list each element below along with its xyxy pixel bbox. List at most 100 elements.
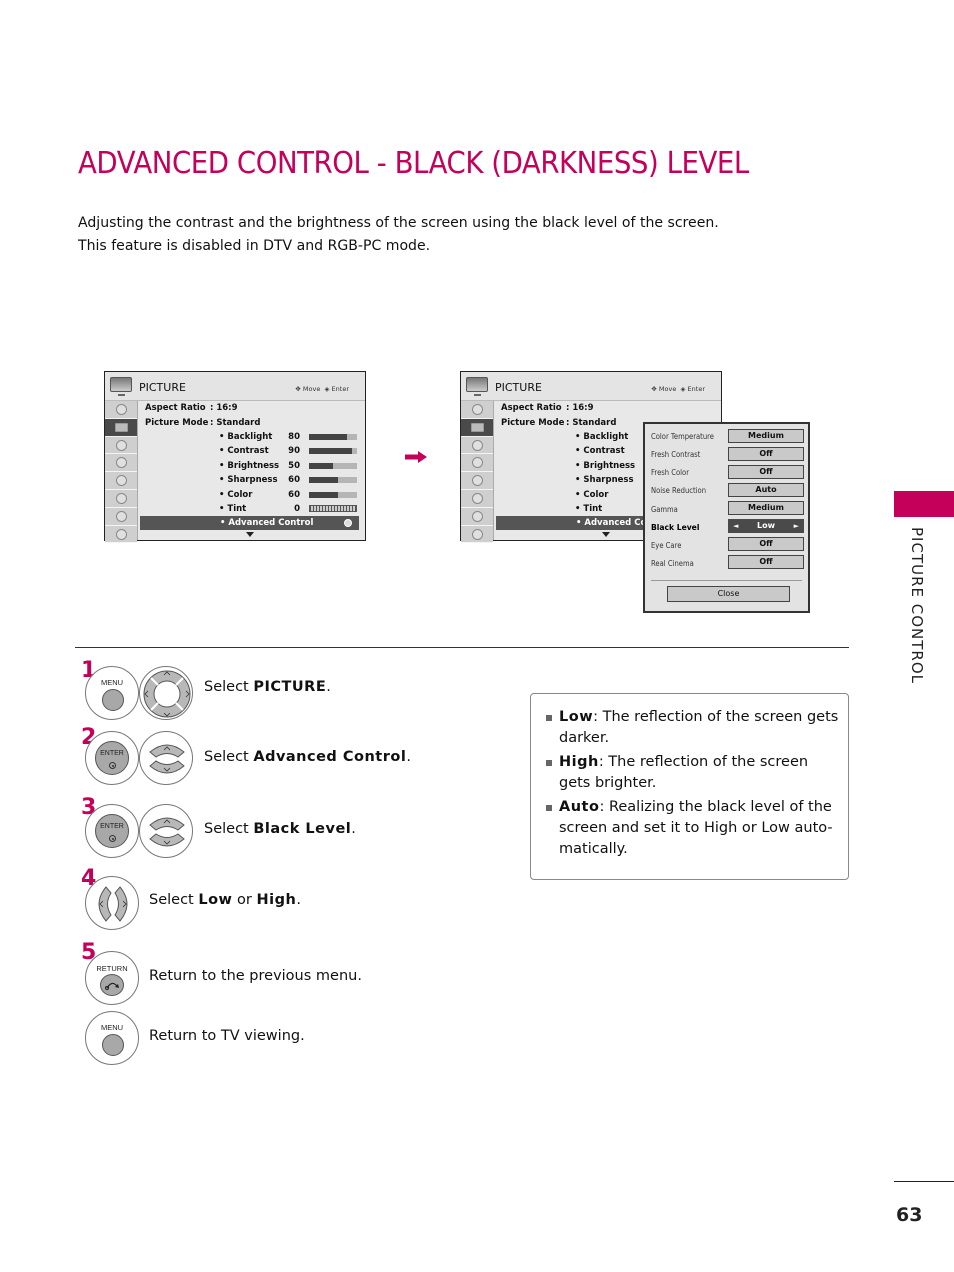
real-cinema-value[interactable]: Off — [728, 555, 804, 569]
black-level-label[interactable]: Black Level — [651, 523, 699, 532]
input-icon[interactable] — [105, 507, 137, 526]
contrast-bar-fill — [309, 448, 353, 454]
step-4-suffix: . — [296, 892, 301, 908]
lock-icon[interactable] — [461, 489, 493, 508]
tint-slider[interactable] — [309, 505, 357, 512]
input-icon[interactable] — [461, 507, 493, 526]
return-button-label: RETURN — [96, 964, 128, 973]
step-2-prefix: Select — [204, 749, 254, 765]
menu-button-circle — [102, 689, 124, 711]
color-temperature-value[interactable]: Medium — [728, 429, 804, 443]
real-cinema-label[interactable]: Real Cinema — [651, 559, 694, 568]
step-1-text: Select PICTURE. — [204, 679, 331, 695]
step-1-suffix: . — [326, 679, 331, 695]
move-icon: ✥ — [651, 385, 657, 393]
black-level-selector[interactable]: ◄ Low ► — [728, 519, 804, 533]
hint-move: Move — [302, 385, 321, 393]
sharpness-label[interactable]: • Sharpness — [219, 475, 278, 485]
setup-icon[interactable] — [105, 436, 137, 455]
step-4-text: Select Low or High. — [149, 892, 301, 908]
gamma-value[interactable]: Medium — [728, 501, 804, 515]
contrast-bar[interactable] — [309, 448, 357, 454]
contrast-label[interactable]: • Contrast — [219, 446, 269, 456]
enter-icon: ◈ — [324, 385, 330, 393]
bullet-icon — [546, 715, 552, 721]
backlight-bar[interactable] — [309, 434, 357, 440]
picture-icon[interactable] — [105, 418, 137, 437]
step-1-prefix: Select — [204, 679, 254, 695]
advanced-control-row[interactable]: • Advanced Control — [140, 516, 359, 530]
hint-move: Move — [658, 385, 677, 393]
eye-care-value[interactable]: Off — [728, 537, 804, 551]
intro-line-2: This feature is disabled in DTV and RGB-… — [78, 238, 431, 254]
picture-icon[interactable] — [461, 418, 493, 437]
up-down-dpad-icon — [139, 731, 193, 785]
sharpness-label[interactable]: • Sharpness — [575, 475, 634, 485]
fresh-contrast-value[interactable]: Off — [728, 447, 804, 461]
noise-reduction-label[interactable]: Noise Reduction — [651, 486, 706, 495]
tint-label[interactable]: • Tint — [219, 504, 246, 514]
fresh-contrast-label[interactable]: Fresh Contrast — [651, 450, 700, 459]
picture-mode-value: : Standard — [566, 418, 617, 428]
section-label: PICTURE CONTROL — [908, 527, 926, 685]
menu-button: MENU — [85, 1011, 139, 1065]
enter-button-circle — [95, 741, 129, 775]
gamma-label[interactable]: Gamma — [651, 505, 678, 514]
fresh-color-value[interactable]: Off — [728, 465, 804, 479]
contrast-label[interactable]: • Contrast — [575, 446, 625, 456]
audio-icon[interactable] — [461, 401, 493, 419]
color-temperature-label[interactable]: Color Temperature — [651, 432, 714, 441]
color-label[interactable]: • Color — [219, 490, 252, 500]
enter-button-circle — [95, 814, 129, 848]
tint-label[interactable]: • Tint — [575, 504, 602, 514]
backlight-label[interactable]: • Backlight — [219, 432, 272, 442]
step-3-prefix: Select — [204, 821, 254, 837]
noise-reduction-value[interactable]: Auto — [728, 483, 804, 497]
aspect-ratio-label[interactable]: Aspect Ratio — [501, 403, 562, 413]
four-way-dpad-icon — [139, 666, 193, 720]
time-icon[interactable] — [105, 454, 137, 473]
menu-title: PICTURE — [139, 381, 186, 394]
tv-icon — [110, 377, 132, 396]
close-button[interactable]: Close — [667, 586, 790, 602]
tv-icon — [466, 377, 488, 396]
menu-nav — [105, 401, 138, 544]
info-term: High — [559, 754, 599, 770]
sharpness-bar[interactable] — [309, 477, 357, 483]
time-icon[interactable] — [461, 454, 493, 473]
audio-icon[interactable] — [105, 401, 137, 419]
lock-icon[interactable] — [105, 489, 137, 508]
picture-mode-label[interactable]: Picture Mode — [501, 418, 564, 428]
move-icon: ✥ — [295, 385, 301, 393]
option-icon[interactable] — [461, 472, 493, 490]
color-bar[interactable] — [309, 492, 357, 498]
eye-care-label[interactable]: Eye Care — [651, 541, 681, 550]
step-3-text: Select Black Level. — [204, 821, 356, 837]
brightness-label[interactable]: • Brightness — [219, 461, 279, 471]
enter-button: ENTER — [85, 804, 139, 858]
step-4-prefix: Select — [149, 892, 199, 908]
brightness-label[interactable]: • Brightness — [575, 461, 635, 471]
sharpness-value: 60 — [288, 475, 300, 485]
section-divider — [75, 647, 849, 648]
step-1-target: PICTURE — [253, 679, 327, 695]
usb-icon[interactable] — [105, 525, 137, 544]
color-label[interactable]: • Color — [575, 490, 608, 500]
option-icon[interactable] — [105, 472, 137, 490]
backlight-label[interactable]: • Backlight — [575, 432, 628, 442]
info-desc: : The reflection of the screen gets dark… — [559, 709, 839, 746]
scroll-down-icon[interactable] — [602, 532, 610, 537]
picture-mode-label[interactable]: Picture Mode — [145, 418, 208, 428]
contrast-value: 90 — [288, 446, 300, 456]
fresh-color-label[interactable]: Fresh Color — [651, 468, 689, 477]
right-arrow-icon[interactable]: ► — [794, 520, 799, 532]
scroll-down-icon[interactable] — [246, 532, 254, 537]
brightness-bar[interactable] — [309, 463, 357, 469]
usb-icon[interactable] — [461, 525, 493, 544]
popup-divider — [651, 580, 802, 581]
advanced-control-label: • Advanced Co — [576, 518, 647, 528]
aspect-ratio-label[interactable]: Aspect Ratio — [145, 403, 206, 413]
step-6-text: Return to TV viewing. — [149, 1028, 305, 1044]
left-arrow-icon[interactable]: ◄ — [733, 520, 738, 532]
setup-icon[interactable] — [461, 436, 493, 455]
